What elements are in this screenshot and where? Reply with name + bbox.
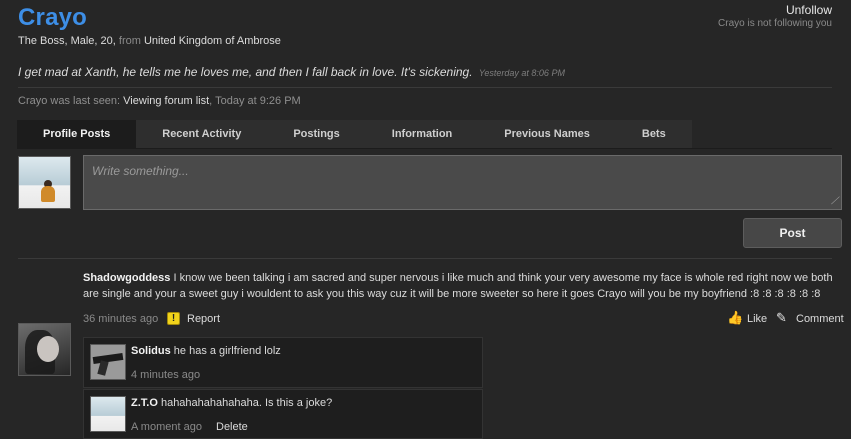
avatar[interactable]: [18, 156, 71, 209]
comment-time[interactable]: 4 minutes ago: [131, 369, 200, 381]
post-author-avatar[interactable]: [18, 323, 71, 376]
comment-link[interactable]: Comment: [796, 313, 844, 325]
report-link[interactable]: Report: [187, 313, 220, 325]
post-body: Shadowgoddess I know we been talking i a…: [83, 270, 843, 302]
tab-previous-names[interactable]: Previous Names: [478, 120, 616, 148]
resize-handle-icon[interactable]: ⟋: [831, 196, 838, 207]
post-button[interactable]: Post: [743, 218, 842, 248]
tab-bets[interactable]: Bets: [615, 120, 692, 148]
divider: [18, 87, 832, 88]
last-seen: Crayo was last seen: Viewing forum list,…: [18, 95, 301, 107]
tabs-underline: [17, 148, 832, 149]
tab-profile-posts[interactable]: Profile Posts: [17, 120, 137, 148]
comment-author[interactable]: Solidus: [131, 345, 171, 357]
comment-body: Solidus he has a girlfriend lolz: [131, 345, 471, 357]
post-author[interactable]: Shadowgoddess: [83, 272, 170, 284]
profile-status: I get mad at Xanth, he tells me he loves…: [18, 65, 565, 79]
comment-item: Z.T.O hahahahahahahaha. Is this a joke? …: [83, 389, 483, 439]
status-time: Yesterday at 8:06 PM: [478, 68, 565, 78]
divider: [18, 258, 832, 259]
comment-author[interactable]: Z.T.O: [131, 397, 158, 409]
avatar-face: [37, 336, 59, 362]
last-seen-time: , Today at 9:26 PM: [209, 95, 301, 107]
report-icon[interactable]: !: [167, 312, 180, 325]
avatar-figure-body: [41, 186, 55, 202]
like-icon[interactable]: 👍: [727, 310, 743, 326]
tab-postings[interactable]: Postings: [267, 120, 366, 148]
comment-text: he has a girlfriend lolz: [173, 345, 281, 357]
profile-tabs: Profile Posts Recent Activity Postings I…: [17, 120, 692, 148]
post-time[interactable]: 36 minutes ago: [83, 313, 158, 325]
tab-information[interactable]: Information: [365, 120, 479, 148]
unfollow-link[interactable]: Unfollow: [786, 3, 832, 17]
last-seen-label: Crayo was last seen:: [18, 95, 121, 107]
status-text: I get mad at Xanth, he tells me he loves…: [18, 65, 473, 79]
post-message: I know we been talking i am sacred and s…: [83, 272, 833, 300]
comment-item: Solidus he has a girlfriend lolz 4 minut…: [83, 337, 483, 388]
comment-time[interactable]: A moment ago: [131, 421, 202, 433]
last-seen-activity[interactable]: Viewing forum list: [123, 95, 209, 107]
comment-avatar[interactable]: [90, 344, 126, 380]
like-link[interactable]: Like: [747, 313, 767, 325]
comment-avatar[interactable]: [90, 396, 126, 432]
comment-body: Z.T.O hahahahahahahaha. Is this a joke?: [131, 397, 471, 409]
profile-location[interactable]: United Kingdom of Ambrose: [144, 35, 281, 47]
composer-placeholder: Write something...: [92, 164, 189, 178]
from-label: from: [118, 35, 141, 47]
profile-username: Crayo: [18, 4, 88, 31]
comment-text: hahahahahahahaha. Is this a joke?: [160, 397, 333, 409]
delete-link[interactable]: Delete: [216, 421, 248, 433]
tab-recent-activity[interactable]: Recent Activity: [136, 120, 268, 148]
comment-icon[interactable]: ✎: [776, 310, 787, 326]
profile-info: The Boss, Male, 20, from United Kingdom …: [18, 35, 281, 47]
profile-post-input[interactable]: Write something... ⟋: [83, 155, 842, 210]
profile-info-text: The Boss, Male, 20,: [18, 35, 116, 47]
follow-status: Crayo is not following you: [718, 18, 832, 29]
